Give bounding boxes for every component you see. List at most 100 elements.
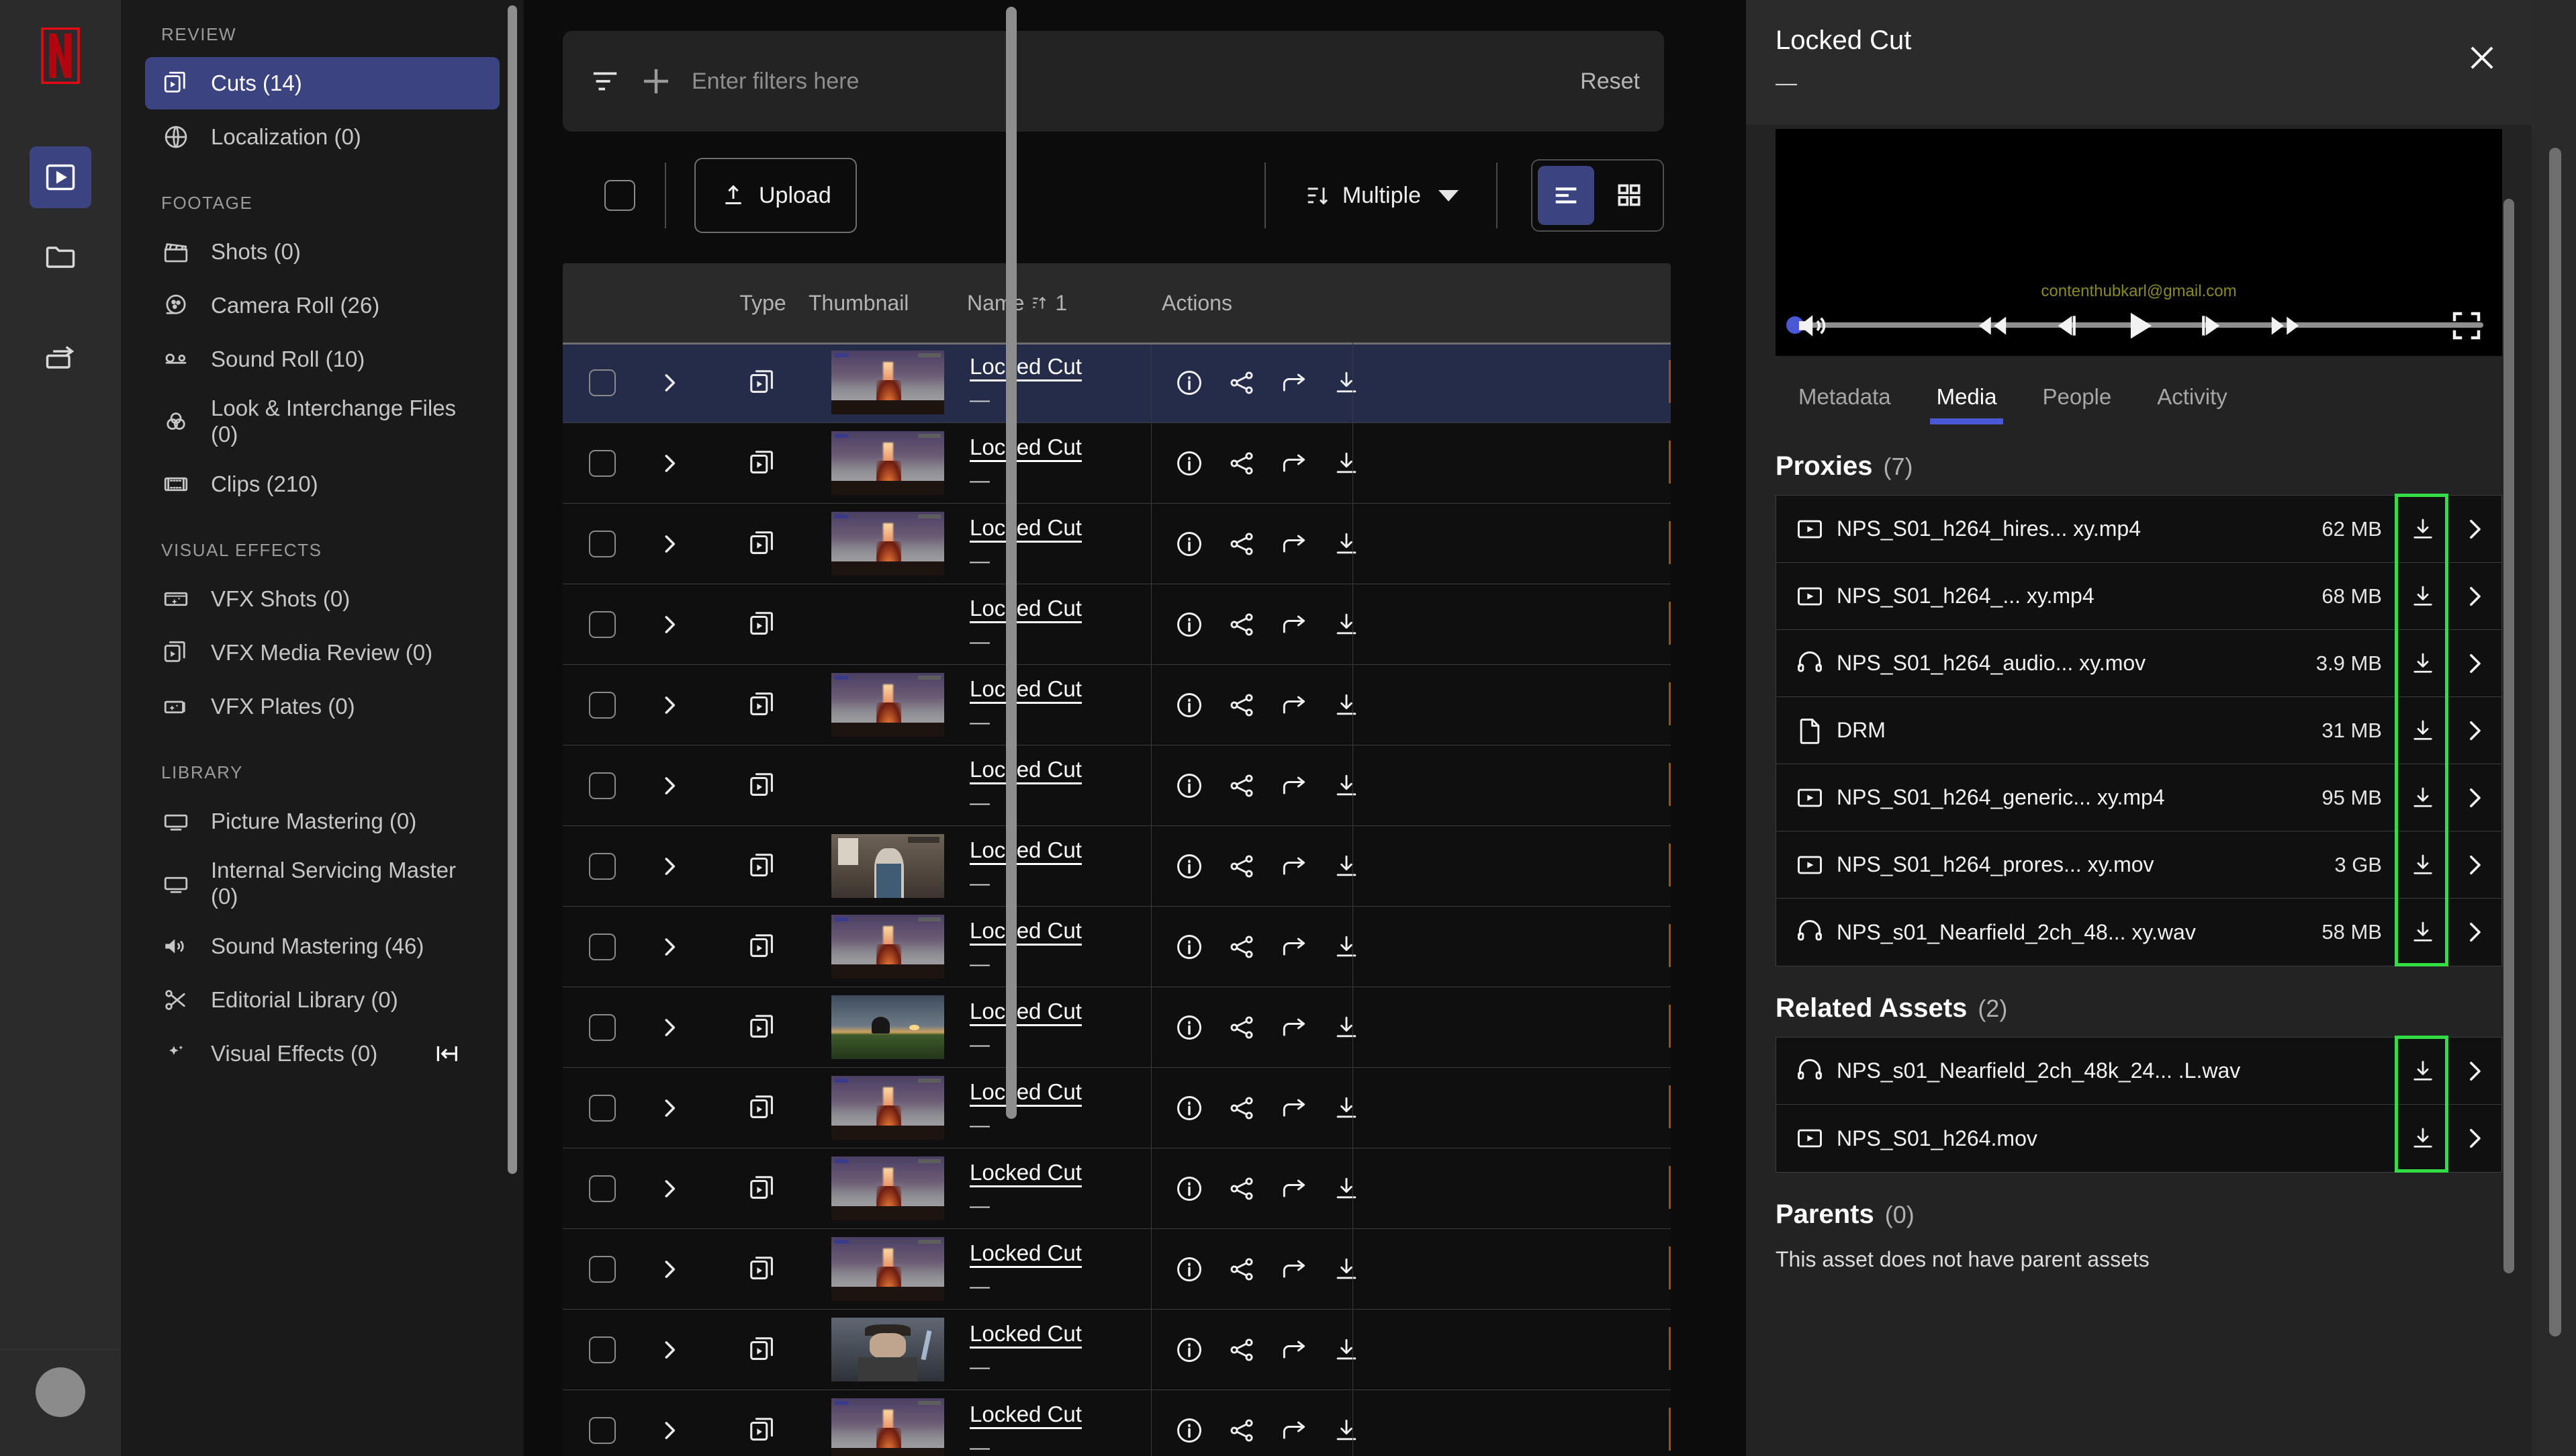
- media-list-item[interactable]: NPS_S01_h264_prores... xy.mov 3 GB: [1776, 831, 2501, 899]
- info-button[interactable]: [1175, 1013, 1204, 1042]
- main-scrollbar[interactable]: [1006, 7, 1017, 1119]
- row-expand-button[interactable]: [642, 1390, 717, 1456]
- sidebar-item-clips-210[interactable]: Clips (210): [145, 458, 500, 510]
- forward-arrow-button[interactable]: [1279, 690, 1309, 720]
- sidebar-item-sound-roll-10[interactable]: Sound Roll (10): [145, 333, 500, 385]
- row-thumbnail-cell[interactable]: [809, 1229, 967, 1309]
- sort-selector[interactable]: Multiple: [1266, 182, 1496, 209]
- row-thumbnail-cell[interactable]: [809, 584, 967, 664]
- row-checkbox[interactable]: [589, 449, 616, 477]
- row-checkbox[interactable]: [589, 369, 616, 396]
- asset-name-link[interactable]: Locked Cut: [970, 1402, 1082, 1427]
- row-expand-button[interactable]: [642, 423, 717, 503]
- share-nodes-button[interactable]: [1227, 771, 1256, 801]
- row-checkbox[interactable]: [589, 1094, 616, 1122]
- add-filter-icon[interactable]: [638, 63, 674, 99]
- asset-name-link[interactable]: Locked Cut: [970, 354, 1082, 379]
- table-row[interactable]: Locked Cut —: [563, 584, 1671, 665]
- row-checkbox[interactable]: [589, 1255, 616, 1283]
- info-button[interactable]: [1175, 368, 1204, 398]
- forward-arrow-button[interactable]: [1279, 610, 1309, 639]
- download-button[interactable]: [2398, 697, 2448, 764]
- asset-name-link[interactable]: Locked Cut: [970, 837, 1082, 863]
- media-list-item[interactable]: DRM 31 MB: [1776, 697, 2501, 764]
- forward-arrow-button[interactable]: [1279, 932, 1309, 962]
- upload-button[interactable]: Upload: [694, 158, 857, 233]
- sidebar-item-vfx-shots-0[interactable]: VFX Shots (0): [145, 573, 500, 625]
- table-row[interactable]: Locked Cut —: [563, 987, 1671, 1068]
- step-forward-icon[interactable]: [2196, 309, 2229, 343]
- row-thumbnail-cell[interactable]: [809, 1390, 967, 1456]
- asset-name-link[interactable]: Locked Cut: [970, 757, 1082, 782]
- list-view-button[interactable]: [1538, 166, 1594, 225]
- info-button[interactable]: [1175, 1255, 1204, 1284]
- forward-arrow-button[interactable]: [1279, 1416, 1309, 1445]
- forward-arrow-button[interactable]: [1279, 771, 1309, 801]
- media-list-item[interactable]: NPS_S01_h264_... xy.mp4 68 MB: [1776, 563, 2501, 630]
- row-checkbox[interactable]: [589, 933, 616, 960]
- rewind-icon[interactable]: [1974, 308, 2011, 344]
- share-nodes-button[interactable]: [1227, 690, 1256, 720]
- asset-name-link[interactable]: Locked Cut: [970, 435, 1082, 460]
- rail-button-folders[interactable]: [30, 226, 91, 287]
- download-button[interactable]: [2398, 764, 2448, 831]
- open-details-button[interactable]: [2448, 649, 2501, 678]
- open-details-button[interactable]: [2448, 918, 2501, 946]
- row-expand-button[interactable]: [642, 504, 717, 584]
- download-button[interactable]: [2398, 563, 2448, 629]
- sidebar-item-vfx-media-review-0[interactable]: VFX Media Review (0): [145, 627, 500, 679]
- table-row[interactable]: Locked Cut —: [563, 665, 1671, 745]
- share-nodes-button[interactable]: [1227, 1335, 1256, 1365]
- download-button[interactable]: [2398, 496, 2448, 562]
- sidebar-item-shots-0[interactable]: Shots (0): [145, 226, 500, 278]
- row-checkbox[interactable]: [589, 1336, 616, 1363]
- row-expand-button[interactable]: [642, 1229, 717, 1309]
- sidebar-item-vfx-plates-0[interactable]: VFX Plates (0): [145, 680, 500, 733]
- table-row[interactable]: Locked Cut —: [563, 745, 1671, 826]
- download-button[interactable]: [2398, 1038, 2448, 1104]
- detail-panel-scrollbar[interactable]: [2503, 199, 2514, 1273]
- row-checkbox[interactable]: [589, 772, 616, 799]
- netflix-n-logo[interactable]: [36, 26, 85, 86]
- asset-name-link[interactable]: Locked Cut: [970, 515, 1082, 541]
- collapse-sidebar-button[interactable]: [434, 1041, 459, 1066]
- select-all-checkbox[interactable]: [604, 180, 635, 211]
- forward-arrow-button[interactable]: [1279, 368, 1309, 398]
- share-nodes-button[interactable]: [1227, 529, 1256, 559]
- forward-arrow-button[interactable]: [1279, 1174, 1309, 1203]
- rail-button-transfers[interactable]: [30, 328, 91, 390]
- share-nodes-button[interactable]: [1227, 1174, 1256, 1203]
- grid-view-button[interactable]: [1601, 166, 1657, 225]
- download-button[interactable]: [2398, 1105, 2448, 1172]
- asset-name-link[interactable]: Locked Cut: [970, 1079, 1082, 1105]
- row-expand-button[interactable]: [642, 665, 717, 745]
- row-thumbnail-cell[interactable]: [809, 987, 967, 1067]
- open-details-button[interactable]: [2448, 1057, 2501, 1085]
- asset-name-link[interactable]: Locked Cut: [970, 676, 1082, 702]
- column-header-type[interactable]: Type: [717, 291, 809, 316]
- tab-activity[interactable]: Activity: [2134, 379, 2250, 424]
- filter-input[interactable]: [692, 68, 1563, 95]
- open-details-button[interactable]: [2448, 515, 2501, 543]
- open-details-button[interactable]: [2448, 784, 2501, 812]
- row-expand-button[interactable]: [642, 826, 717, 906]
- row-expand-button[interactable]: [642, 1310, 717, 1390]
- row-expand-button[interactable]: [642, 907, 717, 987]
- share-nodes-button[interactable]: [1227, 932, 1256, 962]
- row-checkbox[interactable]: [589, 1416, 616, 1444]
- asset-name-link[interactable]: Locked Cut: [970, 999, 1082, 1024]
- volume-icon[interactable]: [1793, 308, 1829, 344]
- info-button[interactable]: [1175, 1174, 1204, 1203]
- step-back-icon[interactable]: [2048, 309, 2082, 343]
- sidebar-item-camera-roll-26[interactable]: Camera Roll (26): [145, 279, 500, 332]
- play-icon[interactable]: [2119, 306, 2158, 345]
- row-thumbnail-cell[interactable]: [809, 907, 967, 987]
- row-checkbox[interactable]: [589, 852, 616, 880]
- download-button[interactable]: [2398, 899, 2448, 966]
- column-header-name[interactable]: Name 1: [967, 291, 1151, 316]
- info-button[interactable]: [1175, 771, 1204, 801]
- share-nodes-button[interactable]: [1227, 1416, 1256, 1445]
- info-button[interactable]: [1175, 1416, 1204, 1445]
- info-button[interactable]: [1175, 529, 1204, 559]
- row-expand-button[interactable]: [642, 584, 717, 664]
